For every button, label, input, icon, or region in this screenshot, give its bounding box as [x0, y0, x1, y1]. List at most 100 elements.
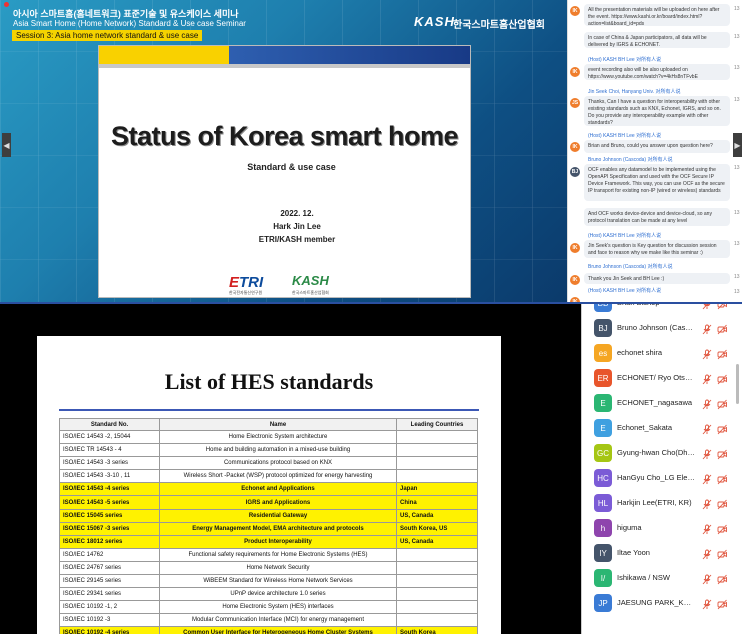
table-row: ISO/IEC 24767 series Home Network Securit… [59, 560, 478, 576]
participant-row[interactable]: E ECHONET_nagasawa [582, 393, 742, 413]
camera-off-icon[interactable] [717, 447, 727, 460]
cell-name: Common User Interface for Heterogeneous … [159, 626, 397, 634]
participant-name: ECHONET_nagasawa [617, 398, 693, 407]
cell-country [396, 469, 478, 484]
kash-logo: KASH [414, 14, 455, 29]
mic-muted-icon[interactable] [702, 472, 712, 485]
cell-standard-no: ISO/IEC 29145 series [59, 574, 160, 589]
camera-off-icon[interactable] [717, 597, 727, 610]
camera-off-icon[interactable] [717, 572, 727, 585]
cell-name: Home Network Security [159, 560, 397, 576]
chat-bubble: Brian and Bruno, could you answer upon q… [584, 140, 730, 153]
col-header-countries: Leading Countries [396, 418, 478, 431]
chat-msg-count: 13 [734, 165, 740, 171]
participants-scrollbar[interactable] [736, 364, 739, 404]
participant-row[interactable]: GC Gyung-hwan Cho(Dhs... [582, 443, 742, 463]
chat-panel[interactable]: IK All the presentation materials will b… [567, 0, 742, 302]
participant-name: Harkjin Lee(ETRI, KR) [617, 498, 692, 507]
cell-standard-no: ISO/IEC 15045 series [59, 508, 160, 523]
participant-avatar: HL [594, 494, 612, 512]
cell-standard-no: ISO/IEC 10192 -1, 2 [59, 600, 160, 615]
camera-off-icon[interactable] [717, 347, 727, 360]
cell-name: Home Electronic System (HES) interfaces [159, 600, 397, 615]
participant-row[interactable]: HC HanGyu Cho_LG Electr... [582, 468, 742, 488]
cell-name: WiBEEM Standard for Wireless Home Networ… [159, 574, 397, 589]
mic-muted-icon[interactable] [702, 322, 712, 335]
cell-name: Product Interoperability [159, 534, 397, 549]
chat-bubble: All the presentation materials will be u… [584, 4, 730, 27]
cell-name: Energy Management Model, EMA architectur… [159, 521, 397, 536]
cell-standard-no: ISO/IEC 24767 series [59, 560, 160, 576]
slide-author: Hark Jin Lee [273, 222, 321, 231]
mic-muted-icon[interactable] [702, 347, 712, 360]
chat-msg-count: 13 [734, 34, 740, 40]
title-rule [59, 409, 479, 411]
cell-country: US, Canada [396, 534, 478, 549]
participant-row[interactable]: JP JAESUNG PARK_KASH [582, 593, 742, 613]
cell-name: Residential Gateway [159, 508, 397, 523]
mic-muted-icon[interactable] [702, 447, 712, 460]
slide2-title: List of HES standards [164, 369, 374, 394]
cell-name: UPnP device architecture 1.0 series [159, 587, 397, 602]
mic-muted-icon[interactable] [702, 597, 712, 610]
shared-screen-top[interactable]: 아시아 스마트홈(홈네트워크) 표준기술 및 유스케이스 세미나 Asia Sm… [0, 0, 567, 302]
participant-row[interactable]: BJ Bruno Johnson (Casco... [582, 318, 742, 338]
camera-off-icon[interactable] [717, 547, 727, 560]
cell-name: Home Electronic System architecture [159, 429, 397, 445]
chat-sender: Bruno Johnson (Cascoda) 对所有人说 [588, 157, 673, 163]
chevron-left-icon[interactable]: ◀ [2, 133, 11, 157]
table-header-row: Standard No. Name Leading Countries [59, 418, 478, 431]
mic-muted-icon[interactable] [702, 572, 712, 585]
cell-name: Modular Communication Interface (MCI) fo… [159, 613, 397, 628]
mic-muted-icon[interactable] [702, 304, 712, 310]
participant-name: Gyung-hwan Cho(Dhs... [617, 448, 696, 457]
chevron-right-icon[interactable]: ▶ [733, 133, 742, 157]
camera-off-icon[interactable] [717, 522, 727, 535]
cell-standard-no: ISO/IEC 10192 -4 series [59, 626, 160, 634]
cell-country: US, Canada [396, 508, 478, 523]
camera-off-icon[interactable] [717, 472, 727, 485]
table-row: ISO/IEC 14762 Functional safety requireme… [59, 547, 478, 562]
cell-country [396, 547, 478, 562]
chat-avatar: IK [570, 67, 580, 77]
participant-avatar: E [594, 394, 612, 412]
cell-standard-no: ISO/IEC 14762 [59, 547, 160, 562]
camera-off-icon[interactable] [717, 397, 727, 410]
participant-avatar: ER [594, 369, 612, 387]
participant-row[interactable]: E Echonet_Sakata [582, 418, 742, 438]
chat-sender: (Host) KASH BH Lee 对所有人说 [588, 57, 662, 63]
mic-muted-icon[interactable] [702, 497, 712, 510]
table-row: ISO/IEC 14543 -3-10 , 11 Wireless Short -… [59, 469, 478, 484]
participant-row[interactable]: h higuma [582, 518, 742, 538]
mic-muted-icon[interactable] [702, 397, 712, 410]
participant-row[interactable]: IY Iltae Yoon [582, 543, 742, 563]
mic-muted-icon[interactable] [702, 372, 712, 385]
participant-row[interactable]: HL Harkjin Lee(ETRI, KR) [582, 493, 742, 513]
cell-country: China [396, 495, 478, 510]
mic-muted-icon[interactable] [702, 422, 712, 435]
participant-row[interactable]: I/Ishikawa / NSW [582, 568, 742, 588]
camera-off-icon[interactable] [717, 422, 727, 435]
camera-off-icon[interactable] [717, 304, 727, 310]
cell-country [396, 613, 478, 628]
table-row: ISO/IEC 29341 series UPnP device architec… [59, 587, 478, 602]
chat-avatar: IK [570, 243, 580, 253]
cell-country [396, 443, 478, 458]
participant-name: JAESUNG PARK_KASH [617, 598, 696, 607]
camera-off-icon[interactable] [717, 322, 727, 335]
participant-row[interactable]: BB Brian Bishop [582, 304, 742, 313]
participants-panel[interactable]: BB Brian Bishop BJ Bruno Johnson (Casco... e… [581, 304, 742, 634]
etri-logo-sub: 한국전자통신연구원 [229, 290, 263, 295]
mic-muted-icon[interactable] [702, 522, 712, 535]
chat-msg-count: 13 [734, 210, 740, 216]
participant-row[interactable]: ER ECHONET/ Ryo Otsuka [582, 368, 742, 388]
camera-off-icon[interactable] [717, 497, 727, 510]
slide-org: ETRI/KASH member [258, 235, 336, 244]
camera-off-icon[interactable] [717, 372, 727, 385]
chat-bubble: In case of China & Japan participators, … [584, 32, 730, 48]
participant-name: Echonet_Sakata [617, 423, 673, 432]
shared-screen-bottom[interactable]: List of HES standards Standard No. Name … [0, 304, 580, 634]
slide-subtitle: Standard & use case [247, 162, 336, 172]
participant-row[interactable]: es echonet shira [582, 343, 742, 363]
mic-muted-icon[interactable] [702, 547, 712, 560]
